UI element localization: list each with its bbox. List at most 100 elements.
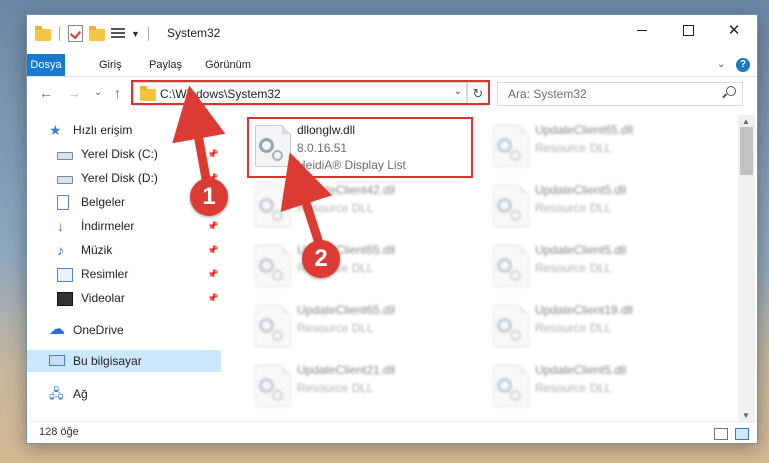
file-name: UpdateClient19.dll xyxy=(535,303,634,317)
file-description: Resource DLL xyxy=(535,321,612,335)
dll-file-icon xyxy=(493,185,529,227)
file-description: Resource DLL xyxy=(297,381,374,395)
pin-icon[interactable]: 📌 xyxy=(207,263,218,285)
file-item[interactable]: UpdateClient65.dll Resource DLL xyxy=(247,299,482,357)
dll-file-icon xyxy=(255,305,291,347)
dll-file-icon xyxy=(493,125,529,167)
file-item[interactable]: UpdateClient19.dll Resource DLL xyxy=(485,299,720,357)
sidebar-item-label: Yerel Disk (C:) xyxy=(81,147,158,161)
file-name: UpdateClient5.dll xyxy=(535,363,627,377)
tiles-view-icon[interactable] xyxy=(735,428,749,440)
file-name: UpdateClient5.dll xyxy=(535,243,627,257)
file-description: Resource DLL xyxy=(535,201,612,215)
sidebar-item-label: Müzik xyxy=(81,243,113,257)
file-item[interactable]: UpdateClient5.dll Resource DLL xyxy=(485,179,720,237)
ribbon-expand-icon[interactable]: ⌄ xyxy=(717,59,725,70)
pin-icon[interactable]: 📌 xyxy=(207,143,218,165)
file-item[interactable]: UpdateClient65.dll Resource DLL xyxy=(485,119,720,177)
file-description: Resource DLL xyxy=(297,201,374,215)
pin-icon[interactable]: 📌 xyxy=(207,287,218,309)
window-title: System32 xyxy=(167,26,221,40)
music-icon: ♪ xyxy=(57,242,64,258)
details-view-icon[interactable] xyxy=(714,428,728,440)
pin-icon[interactable]: 📌 xyxy=(207,215,218,237)
step-badge-1: 1 xyxy=(190,178,228,216)
new-folder-icon[interactable] xyxy=(89,25,105,41)
tab-share[interactable]: Paylaş xyxy=(139,54,192,76)
quick-access-dropdown-icon[interactable]: ▼ xyxy=(131,29,140,39)
tab-file[interactable]: Dosya xyxy=(27,54,65,76)
download-icon: ↓ xyxy=(57,218,64,234)
scroll-down-icon[interactable]: ▼ xyxy=(742,411,750,420)
file-description: Resource DLL xyxy=(535,261,612,275)
file-name: UpdateClient5.dll xyxy=(535,183,627,197)
network-icon: 🖧 xyxy=(49,386,64,401)
sidebar-item-local-disk-c[interactable]: Yerel Disk (C:) 📌 xyxy=(27,143,221,165)
file-name: UpdateClient65.dll xyxy=(297,303,396,317)
pictures-icon xyxy=(57,268,73,282)
minimize-button[interactable] xyxy=(619,15,665,45)
help-icon[interactable]: ? xyxy=(736,58,750,72)
star-icon: ★ xyxy=(49,122,62,138)
file-item[interactable]: UpdateClient42.dll Resource DLL xyxy=(247,179,482,237)
file-item[interactable]: UpdateClient5.dll Resource DLL xyxy=(485,239,720,297)
file-highlight-box xyxy=(247,117,473,178)
sidebar-item-label: Belgeler xyxy=(81,195,126,209)
navigation-pane: ★ Hızlı erişim Yerel Disk (C:) 📌 Yerel D… xyxy=(27,115,222,425)
file-name: UpdateClient21.dll xyxy=(297,363,396,377)
sidebar-item-label: İndirmeler xyxy=(81,219,135,233)
computer-icon xyxy=(49,355,65,366)
scroll-up-icon[interactable]: ▲ xyxy=(742,117,750,126)
recent-locations-icon[interactable]: ⌄ xyxy=(94,87,102,98)
sidebar-item-label: Ağ xyxy=(73,387,88,401)
step-badge-2: 2 xyxy=(302,240,340,278)
address-highlight-box xyxy=(131,80,490,105)
ribbon: Dosya Giriş Paylaş Görünüm ⌄ ? xyxy=(27,54,757,77)
folder-icon xyxy=(35,25,51,41)
sidebar-item-quick-access[interactable]: ★ Hızlı erişim xyxy=(27,119,221,141)
sidebar-item-pictures[interactable]: Resimler 📌 xyxy=(27,263,221,285)
sidebar-item-label: OneDrive xyxy=(73,323,124,337)
properties-check-icon[interactable] xyxy=(68,25,83,42)
file-item[interactable]: UpdateClient5.dll Resource DLL xyxy=(485,359,720,417)
sidebar-item-network[interactable]: 🖧 Ağ xyxy=(27,383,221,405)
file-name: UpdateClient65.dll xyxy=(535,123,634,137)
sidebar-item-downloads[interactable]: ↓ İndirmeler 📌 xyxy=(27,215,221,237)
pin-icon[interactable]: 📌 xyxy=(207,239,218,261)
customize-icon[interactable] xyxy=(111,27,125,40)
search-box[interactable] xyxy=(497,82,743,106)
sidebar-item-label: Resimler xyxy=(81,267,129,281)
back-button[interactable]: ← xyxy=(39,85,53,101)
sidebar-item-label: Yerel Disk (D:) xyxy=(81,171,158,185)
drive-icon xyxy=(57,176,73,184)
drive-icon xyxy=(57,152,73,160)
vertical-scrollbar[interactable]: ▲ ▼ xyxy=(738,115,755,423)
sidebar-item-videos[interactable]: Videolar 📌 xyxy=(27,287,221,309)
close-button[interactable]: ✕ xyxy=(711,15,757,45)
maximize-button[interactable] xyxy=(665,15,711,45)
file-name: UpdateClient42.dll xyxy=(297,183,396,197)
file-description: Resource DLL xyxy=(535,141,612,155)
file-item[interactable]: UpdateClient65.dll Resource DLL xyxy=(247,239,482,297)
sidebar-item-label: Videolar xyxy=(81,291,125,305)
documents-icon xyxy=(57,195,69,210)
up-button[interactable]: ↑ xyxy=(114,85,121,101)
dll-file-icon xyxy=(493,365,529,407)
dll-file-icon xyxy=(493,305,529,347)
scrollbar-thumb[interactable] xyxy=(740,127,753,175)
forward-button[interactable]: → xyxy=(67,85,81,101)
file-description: Resource DLL xyxy=(535,381,612,395)
sidebar-item-onedrive[interactable]: ☁ OneDrive xyxy=(27,319,221,341)
tab-home[interactable]: Giriş xyxy=(89,54,132,76)
quick-access-toolbar: ▼ xyxy=(35,25,151,42)
tab-view[interactable]: Görünüm xyxy=(195,54,261,76)
search-input[interactable] xyxy=(506,83,710,105)
sidebar-item-local-disk-d[interactable]: Yerel Disk (D:) 📌 xyxy=(27,167,221,189)
title-bar: ▼ System32 ✕ xyxy=(27,15,757,54)
sidebar-item-this-pc[interactable]: Bu bilgisayar xyxy=(27,350,221,372)
sidebar-item-label: Bu bilgisayar xyxy=(73,354,142,368)
sidebar-item-music[interactable]: ♪ Müzik 📌 xyxy=(27,239,221,261)
dll-file-icon xyxy=(255,365,291,407)
search-icon[interactable] xyxy=(726,86,736,96)
file-item[interactable]: UpdateClient21.dll Resource DLL xyxy=(247,359,482,417)
